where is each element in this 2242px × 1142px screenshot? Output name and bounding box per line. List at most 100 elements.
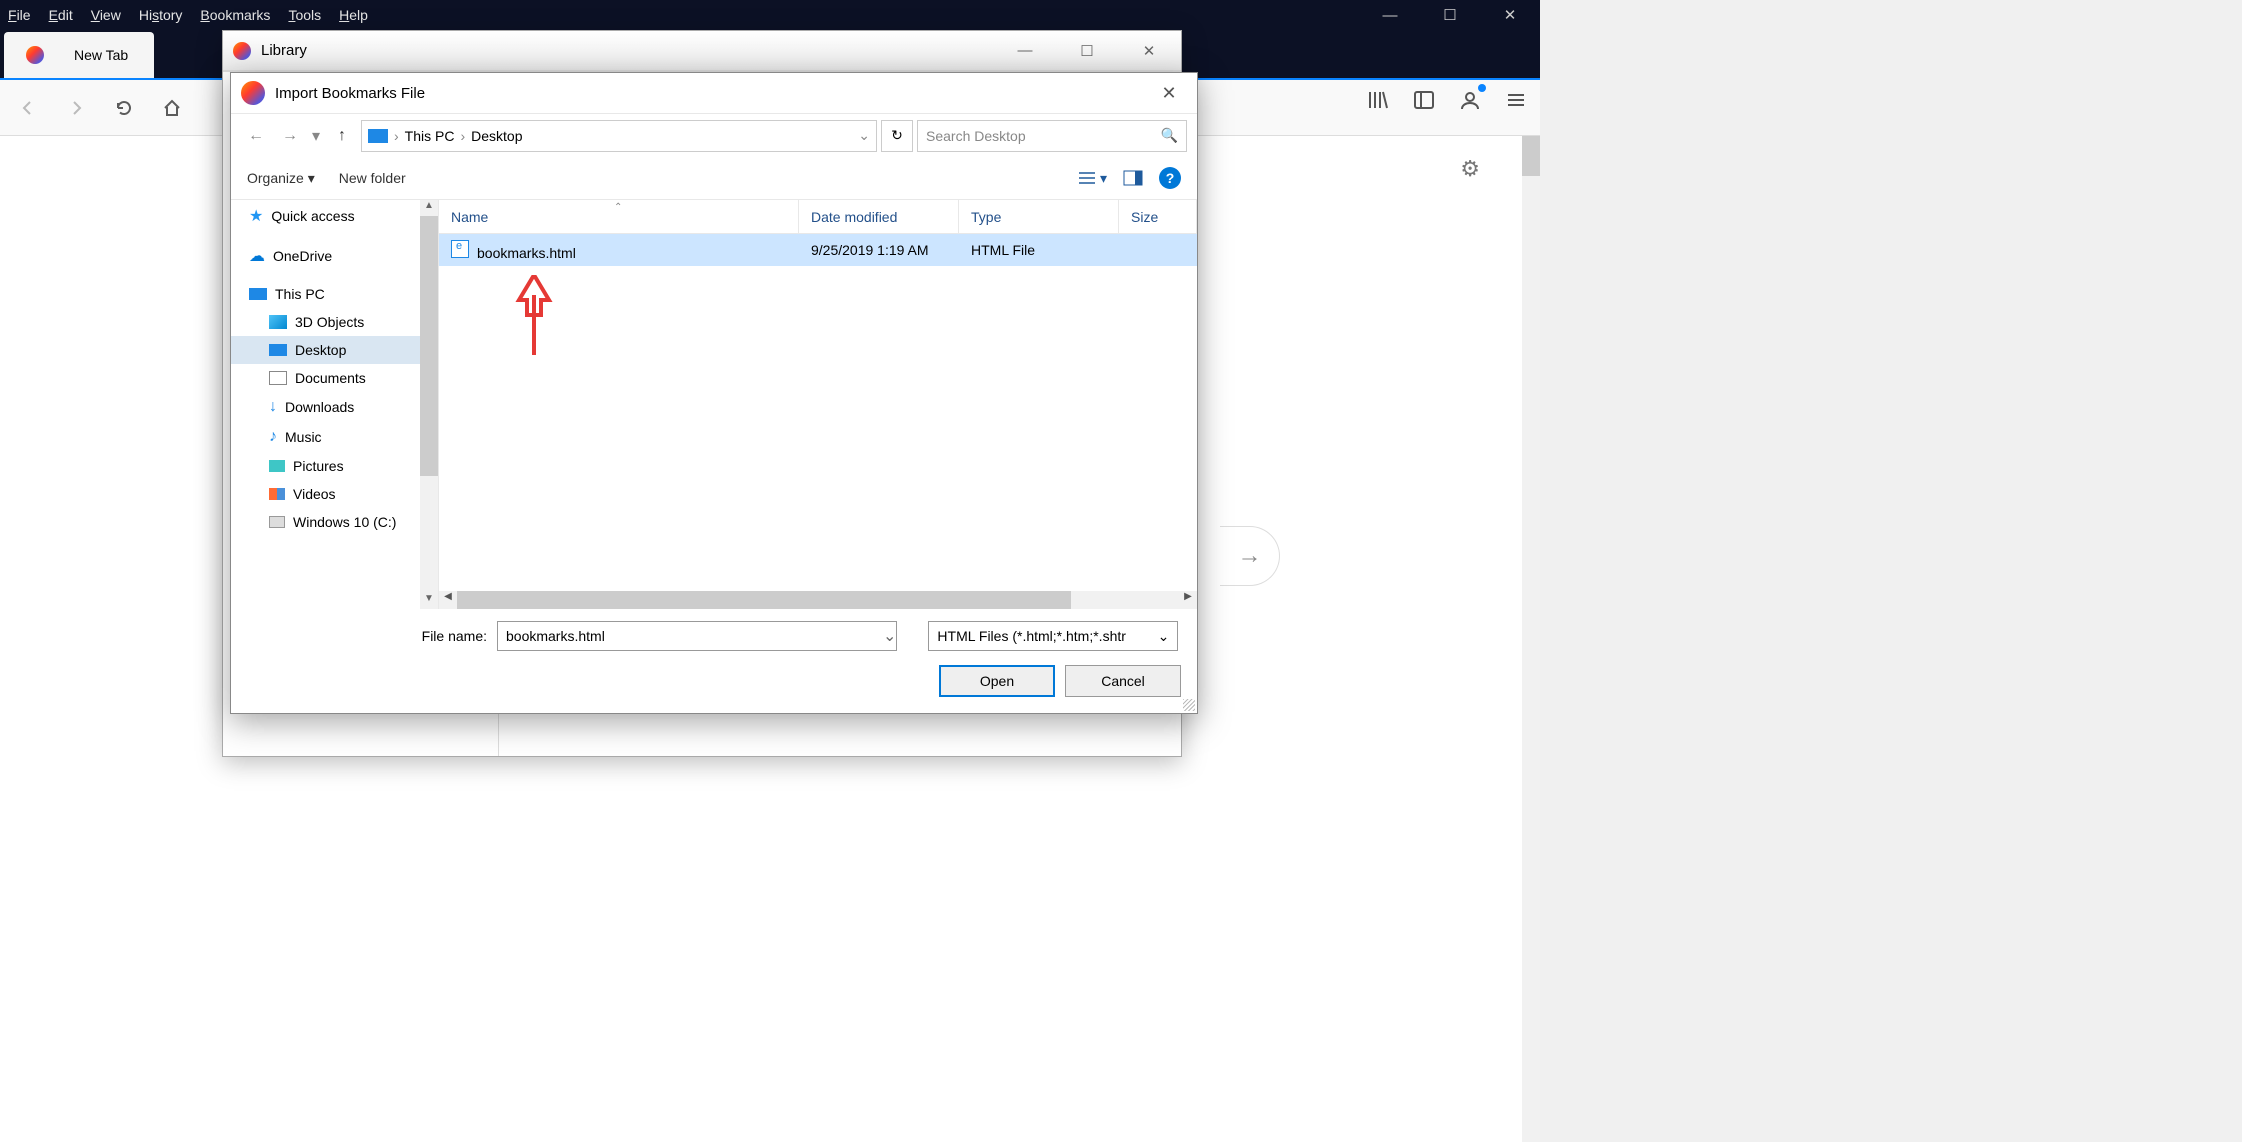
home-button[interactable] bbox=[154, 90, 190, 126]
resize-grip[interactable] bbox=[1183, 699, 1195, 711]
annotation-arrow bbox=[509, 275, 559, 355]
vertical-scrollbar[interactable] bbox=[1522, 136, 1540, 1142]
maximize-button[interactable]: ☐ bbox=[1420, 0, 1480, 30]
filename-dropdown[interactable]: ⌄ bbox=[883, 626, 896, 646]
menu-view[interactable]: View bbox=[91, 7, 121, 23]
firefox-icon bbox=[26, 46, 44, 64]
thispc-icon bbox=[368, 129, 388, 143]
tree-pictures[interactable]: Pictures bbox=[231, 452, 438, 480]
nav-forward-button[interactable]: → bbox=[275, 121, 305, 151]
breadcrumb-root[interactable]: This PC bbox=[405, 128, 455, 144]
horizontal-scrollbar[interactable]: ◀▶ bbox=[439, 591, 1197, 609]
refresh-button[interactable]: ↻ bbox=[881, 120, 913, 152]
search-input[interactable]: Search Desktop 🔍 bbox=[917, 120, 1187, 152]
library-maximize[interactable]: ☐ bbox=[1065, 42, 1109, 60]
file-type: HTML File bbox=[959, 242, 1119, 258]
menu-file[interactable]: File bbox=[8, 7, 31, 23]
open-button[interactable]: Open bbox=[939, 665, 1055, 697]
videos-icon bbox=[269, 488, 285, 500]
new-folder-button[interactable]: New folder bbox=[339, 170, 406, 186]
dialog-footer: File name: ⌄ HTML Files (*.html;*.htm;*.… bbox=[231, 609, 1197, 713]
menu-bookmarks[interactable]: Bookmarks bbox=[200, 7, 270, 23]
filename-input[interactable] bbox=[497, 621, 897, 651]
toolbar-right bbox=[1364, 86, 1530, 114]
preview-pane-button[interactable] bbox=[1123, 170, 1143, 186]
minimize-button[interactable]: — bbox=[1360, 0, 1420, 30]
account-icon[interactable] bbox=[1456, 86, 1484, 114]
hamburger-icon[interactable] bbox=[1502, 86, 1530, 114]
tree-3d-objects[interactable]: 3D Objects bbox=[231, 308, 438, 336]
back-button[interactable] bbox=[10, 90, 46, 126]
file-date: 9/25/2019 1:19 AM bbox=[799, 242, 959, 258]
tree-desktop[interactable]: Desktop bbox=[231, 336, 438, 364]
menu-tools[interactable]: Tools bbox=[288, 7, 321, 23]
gear-icon[interactable]: ⚙ bbox=[1460, 156, 1480, 182]
tree-onedrive[interactable]: ☁OneDrive bbox=[231, 240, 438, 272]
breadcrumb[interactable]: › This PC › Desktop ⌄ bbox=[361, 120, 877, 152]
tree-scrollbar[interactable]: ▲▼ bbox=[420, 200, 438, 609]
tree-videos[interactable]: Videos bbox=[231, 480, 438, 508]
cube-icon bbox=[269, 315, 287, 329]
library-minimize[interactable]: — bbox=[1003, 42, 1047, 60]
sort-indicator-icon: ⌃ bbox=[614, 202, 622, 213]
close-button[interactable]: ✕ bbox=[1480, 0, 1540, 30]
library-title-text: Library bbox=[261, 42, 307, 59]
chevron-down-icon: ⌄ bbox=[1158, 628, 1170, 645]
pictures-icon bbox=[269, 460, 285, 472]
chevron-right-icon: › bbox=[460, 128, 465, 144]
tree-quick-access[interactable]: ★Quick access bbox=[231, 200, 438, 232]
desktop-icon bbox=[269, 344, 287, 356]
tree-documents[interactable]: Documents bbox=[231, 364, 438, 392]
organize-menu[interactable]: Organize ▾ bbox=[247, 170, 315, 187]
menu-help[interactable]: Help bbox=[339, 7, 368, 23]
menu-history[interactable]: History bbox=[139, 7, 183, 23]
tab-title: New Tab bbox=[74, 47, 128, 63]
library-titlebar[interactable]: Library — ☐ ✕ bbox=[223, 31, 1181, 71]
filetype-select[interactable]: HTML Files (*.html;*.htm;*.shtr⌄ bbox=[928, 621, 1178, 651]
search-arrow-button[interactable]: → bbox=[1220, 526, 1280, 586]
help-button[interactable]: ? bbox=[1159, 167, 1181, 189]
search-placeholder: Search Desktop bbox=[926, 128, 1026, 144]
documents-icon bbox=[269, 371, 287, 385]
library-icon[interactable] bbox=[1364, 86, 1392, 114]
menu-edit[interactable]: Edit bbox=[49, 7, 73, 23]
browser-tab[interactable]: New Tab bbox=[4, 32, 154, 78]
html-file-icon bbox=[451, 240, 469, 258]
firefox-icon bbox=[233, 42, 251, 60]
view-mode-button[interactable]: ▾ bbox=[1078, 170, 1107, 187]
library-close[interactable]: ✕ bbox=[1127, 42, 1171, 60]
cancel-button[interactable]: Cancel bbox=[1065, 665, 1181, 697]
firefox-icon bbox=[241, 81, 265, 105]
monitor-icon bbox=[249, 288, 267, 300]
column-date[interactable]: Date modified bbox=[799, 200, 959, 233]
file-row[interactable]: bookmarks.html 9/25/2019 1:19 AM HTML Fi… bbox=[439, 234, 1197, 266]
tree-music[interactable]: ♪Music bbox=[231, 422, 438, 452]
breadcrumb-folder[interactable]: Desktop bbox=[471, 128, 522, 144]
tree-c-drive[interactable]: Windows 10 (C:) bbox=[231, 508, 438, 536]
music-icon: ♪ bbox=[269, 428, 277, 446]
star-icon: ★ bbox=[249, 206, 263, 226]
breadcrumb-dropdown[interactable]: ⌄ bbox=[858, 127, 870, 144]
filename-label: File name: bbox=[247, 628, 487, 644]
dialog-body: ★Quick access ☁OneDrive This PC 3D Objec… bbox=[231, 199, 1197, 609]
column-headers: ⌃ Name Date modified Type Size bbox=[439, 200, 1197, 234]
folder-tree: ★Quick access ☁OneDrive This PC 3D Objec… bbox=[231, 200, 439, 609]
tree-this-pc[interactable]: This PC bbox=[231, 280, 438, 308]
disk-icon bbox=[269, 516, 285, 528]
reload-button[interactable] bbox=[106, 90, 142, 126]
column-size[interactable]: Size bbox=[1119, 200, 1197, 233]
forward-button[interactable] bbox=[58, 90, 94, 126]
sidebar-icon[interactable] bbox=[1410, 86, 1438, 114]
chevron-right-icon: › bbox=[394, 128, 399, 144]
dialog-title-text: Import Bookmarks File bbox=[275, 85, 425, 102]
download-icon: ↓ bbox=[269, 398, 277, 416]
dialog-close-button[interactable]: ✕ bbox=[1151, 83, 1187, 104]
path-bar: ← → ▾ ↑ › This PC › Desktop ⌄ ↻ Search D… bbox=[231, 113, 1197, 157]
nav-recent-dropdown[interactable]: ▾ bbox=[309, 121, 323, 151]
nav-up-button[interactable]: ↑ bbox=[327, 121, 357, 151]
tree-downloads[interactable]: ↓Downloads bbox=[231, 392, 438, 422]
column-type[interactable]: Type bbox=[959, 200, 1119, 233]
dialog-titlebar[interactable]: Import Bookmarks File ✕ bbox=[231, 73, 1197, 113]
nav-back-button[interactable]: ← bbox=[241, 121, 271, 151]
file-list: ⌃ Name Date modified Type Size bookmarks… bbox=[439, 200, 1197, 609]
